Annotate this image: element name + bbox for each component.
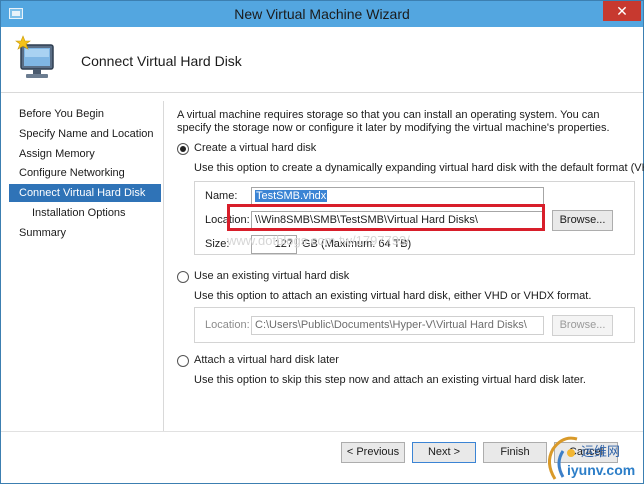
existing-vhd-help: Use this option to attach an existing vi… [194, 290, 592, 302]
page-title: Connect Virtual Hard Disk [81, 53, 242, 69]
name-label: Name: [205, 190, 238, 202]
existing-vhd-label: Use an existing virtual hard disk [194, 270, 350, 282]
sidebar-item-before-you-begin[interactable]: Before You Begin [9, 105, 161, 123]
title-bar[interactable]: New Virtual Machine Wizard ✕ [1, 1, 643, 27]
sidebar-item-assign-memory[interactable]: Assign Memory [9, 145, 161, 163]
location-highlight-box [227, 204, 545, 231]
watermark-text: www.dotblogs.com.tw/1797793/ [227, 233, 410, 248]
existing-location-input[interactable]: C:\Users\Public\Documents\Hyper-V\Virtua… [251, 316, 544, 335]
logo-text-bottom: iyunv.com [567, 462, 636, 478]
create-vhd-radio[interactable] [177, 143, 189, 155]
later-vhd-label: Attach a virtual hard disk later [194, 354, 339, 366]
monitor-with-star-icon [15, 35, 54, 78]
previous-button[interactable]: < Previous [341, 442, 405, 463]
wizard-steps-sidebar: Before You Begin Specify Name and Locati… [9, 101, 164, 431]
create-browse-button[interactable]: Browse... [552, 210, 613, 231]
finish-button[interactable]: Finish [483, 442, 547, 463]
existing-vhd-group: Location: C:\Users\Public\Documents\Hype… [194, 307, 635, 343]
later-vhd-help: Use this option to skip this step now an… [194, 374, 586, 386]
existing-location-label: Location: [205, 319, 250, 331]
sidebar-item-connect-vhd[interactable]: Connect Virtual Hard Disk [9, 184, 161, 202]
next-button[interactable]: Next > [412, 442, 476, 463]
close-button[interactable]: ✕ [603, 1, 641, 21]
create-vhd-help: Use this option to create a dynamically … [194, 162, 644, 174]
window-title: New Virtual Machine Wizard [234, 6, 410, 22]
existing-vhd-radio[interactable] [177, 271, 189, 283]
close-icon: ✕ [616, 3, 628, 19]
existing-browse-button[interactable]: Browse... [552, 315, 613, 336]
later-vhd-radio[interactable] [177, 355, 189, 367]
sidebar-item-configure-networking[interactable]: Configure Networking [9, 164, 161, 182]
sidebar-item-installation-options[interactable]: Installation Options [9, 204, 161, 222]
page-description: A virtual machine requires storage so th… [177, 109, 610, 134]
create-vhd-label: Create a virtual hard disk [194, 142, 317, 154]
size-label: Size: [205, 238, 230, 250]
wizard-header: Connect Virtual Hard Disk [1, 27, 643, 93]
wizard-window: New Virtual Machine Wizard ✕ Connect Vir… [0, 0, 644, 484]
sidebar-item-summary[interactable]: Summary [9, 224, 161, 242]
logo-text-top: 运维网 [581, 444, 621, 459]
sidebar-item-specify-name-location[interactable]: Specify Name and Location [9, 125, 161, 143]
